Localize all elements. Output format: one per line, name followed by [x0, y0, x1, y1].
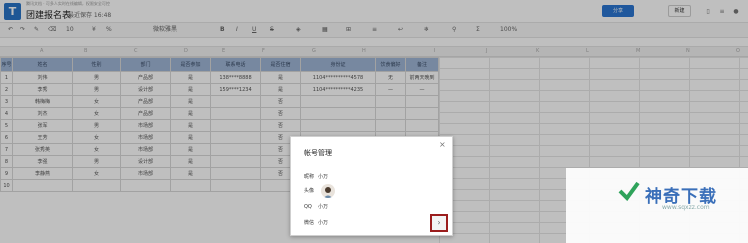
dialog-title: 帐号管理	[304, 149, 332, 157]
close-icon[interactable]: ×	[439, 141, 446, 149]
nickname-label: 昵称	[304, 174, 315, 180]
account-management-dialog: 帐号管理 × 昵称 小万 头像 QQ 小万 微信 小万 ›	[290, 136, 453, 236]
watermark: 神奇下载 www.sqxzz.com	[566, 168, 748, 243]
avatar[interactable]	[321, 184, 335, 198]
next-arrow-button[interactable]: ›	[430, 214, 448, 232]
watermark-url: www.sqxzz.com	[662, 204, 710, 211]
user-avatar-icon	[323, 187, 333, 198]
wechat-label: 微信	[304, 220, 315, 226]
qq-value: 小万	[318, 204, 329, 210]
wechat-value: 小万	[318, 220, 329, 226]
nickname-value: 小万	[318, 174, 329, 180]
qq-label: QQ	[304, 204, 312, 210]
avatar-label: 头像	[304, 188, 315, 194]
watermark-logo-icon	[618, 181, 640, 201]
spreadsheet-app: T 腾讯文档 · 可多人实时在线编辑，权限安全可控 团建报名表 最近保存 16:…	[0, 0, 748, 243]
